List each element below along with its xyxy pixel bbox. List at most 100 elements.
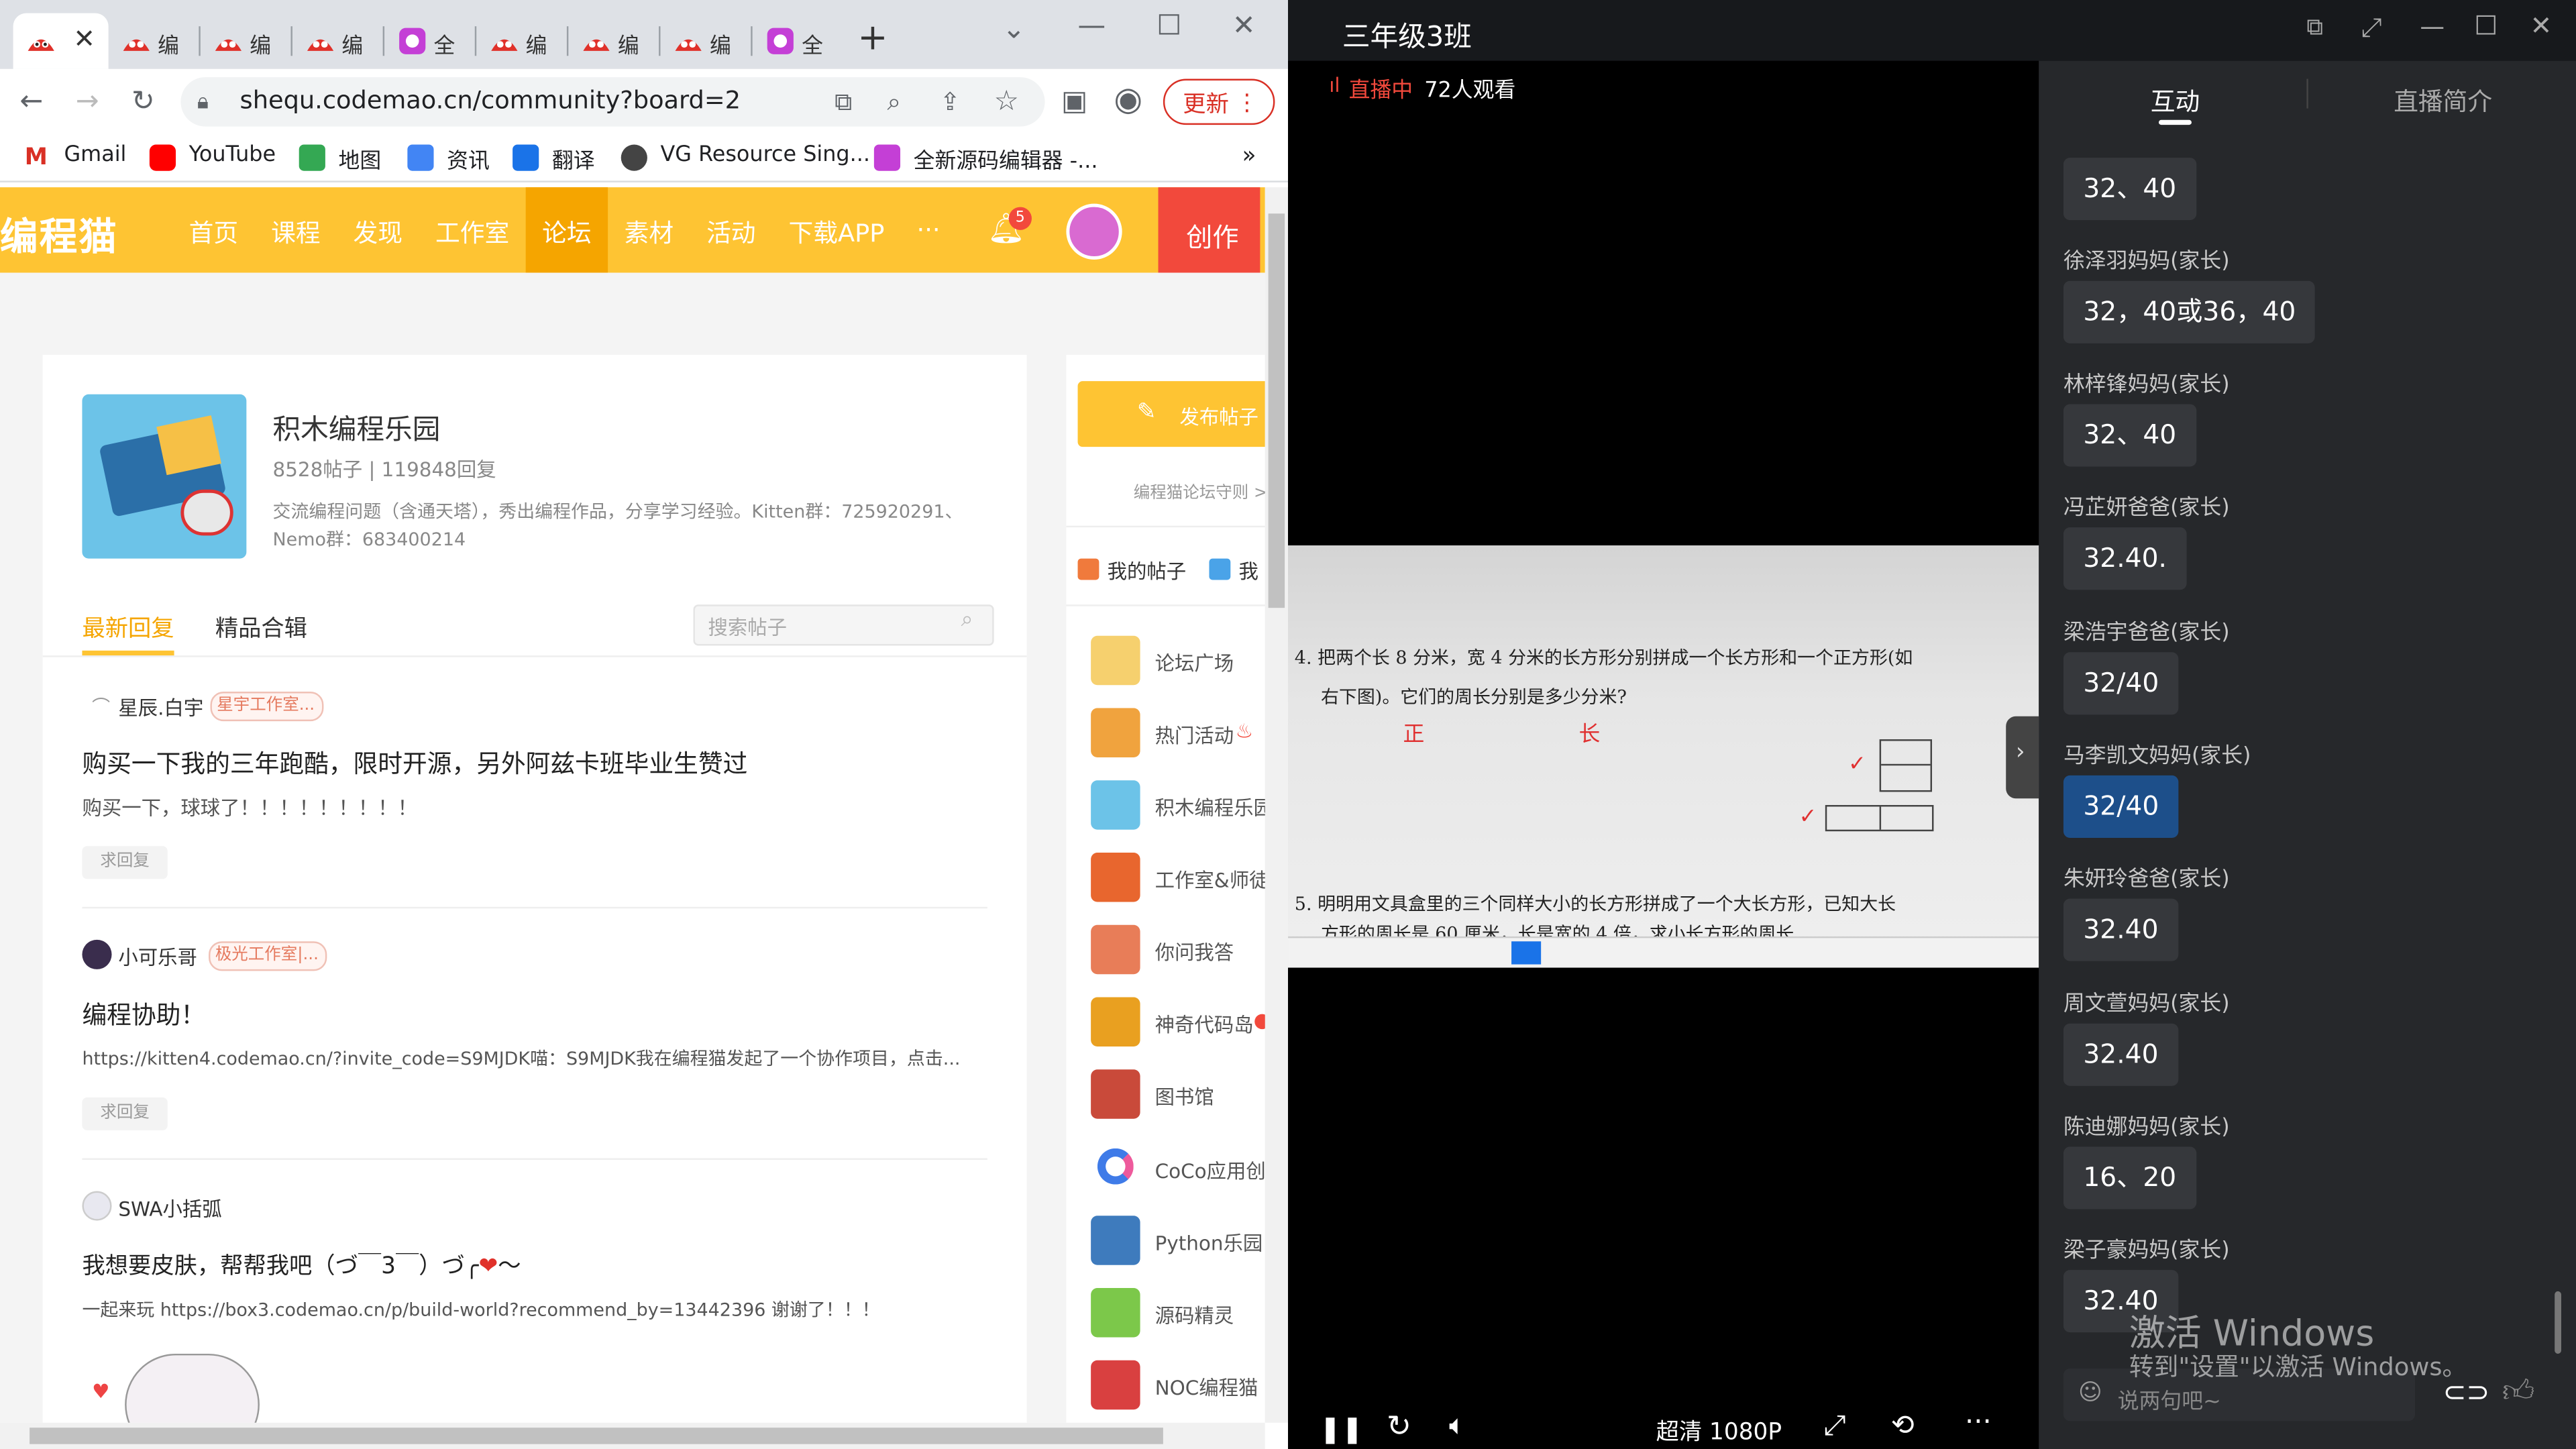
post-author[interactable]: SWA小括弧 [118, 1194, 221, 1222]
post-title[interactable]: 编程协助！ [82, 998, 205, 1032]
fullscreen-icon[interactable]: ⤢ [2361, 11, 2381, 44]
post-title[interactable]: 我想要皮肤，帮帮我吧（づ￣3￣）づ╭❤～ [82, 1248, 521, 1281]
rotate-icon[interactable]: ⟲ [1891, 1409, 1915, 1442]
avatar[interactable] [82, 939, 112, 969]
nav-events[interactable]: 活动 [706, 215, 756, 250]
post-author[interactable]: 小可乐哥 [118, 943, 197, 971]
open-in-app-icon[interactable]: ⧉ [835, 85, 852, 118]
user-avatar[interactable] [1066, 203, 1122, 260]
bookmark-youtube[interactable]: YouTube [189, 143, 276, 168]
vertical-scrollbar-thumb[interactable] [1268, 213, 1285, 608]
minimize-icon[interactable]: — [1078, 10, 1106, 43]
browser-tab[interactable]: 全 [753, 13, 845, 69]
search-icon[interactable]: ⌕ [961, 608, 973, 633]
bookmark-translate[interactable]: 翻译 [552, 143, 595, 174]
volume-icon[interactable]: 🔈︎ [1449, 1409, 1466, 1442]
emoji-icon[interactable]: ☺ [2078, 1380, 2102, 1406]
whiteboard-toolbar[interactable] [1288, 936, 2039, 968]
post-title[interactable]: 购买一下我的三年跑酷，限时开源，另外阿兹卡班毕业生赞过 [82, 746, 747, 780]
quality-selector[interactable]: 超清 1080P [1656, 1415, 1782, 1448]
pause-icon[interactable]: ❚❚ [1320, 1413, 1364, 1444]
pen-tool-icon[interactable] [1511, 941, 1542, 965]
refresh-icon[interactable]: ↻ [1387, 1409, 1411, 1444]
maximize-icon[interactable]: ☐ [2474, 10, 2498, 42]
post-author[interactable]: 星辰.白宇 [118, 693, 203, 721]
sidebar-board-coco[interactable]: CoCo应用创 [1155, 1157, 1266, 1185]
tab-search-chevron-icon[interactable]: ⌄ [1002, 13, 1026, 46]
new-tab-icon[interactable]: + [857, 21, 888, 57]
nav-forum[interactable]: 论坛 [542, 215, 592, 250]
more-bookmarks-icon[interactable]: » [1242, 143, 1256, 169]
bookmark-maps[interactable]: 地图 [338, 143, 381, 174]
close-window-icon[interactable]: ✕ [1232, 10, 1256, 43]
studio-badge[interactable]: 极光工作室|... [209, 941, 327, 971]
menu-dots-icon[interactable]: ⋮ [1236, 87, 1258, 120]
bookmark-star-icon[interactable]: ☆ [994, 85, 1019, 118]
expand-icon[interactable]: ⤢ [1823, 1409, 1845, 1442]
sidebar-board-events[interactable]: 热门活动 [1155, 721, 1234, 749]
browser-tab[interactable]: 编 [201, 13, 292, 69]
browser-tab[interactable]: 全 [384, 13, 477, 69]
more-options-icon[interactable]: ··· [1965, 1406, 1992, 1439]
nav-courses[interactable]: 课程 [271, 215, 321, 250]
my-posts-link[interactable]: 我的帖子 [1108, 557, 1187, 585]
browser-tab[interactable]: ✕ [13, 13, 109, 69]
browser-tab[interactable]: 编 [292, 13, 385, 69]
tab-featured[interactable]: 精品合辑 [215, 611, 307, 644]
video-frame[interactable]: 4. 把两个长 8 分米，宽 4 分米的长方形分别拼成一个长方形和一个正方形(如… [1288, 545, 2039, 968]
sidebar-board-noc[interactable]: NOC编程猫 [1155, 1373, 1258, 1401]
browser-tab[interactable]: 编 [109, 13, 201, 69]
nav-download-app[interactable]: 下载APP [789, 215, 885, 250]
share-icon[interactable]: ⇪ [940, 85, 961, 118]
studio-badge[interactable]: 星宇工作室... [210, 692, 323, 722]
site-logo[interactable]: 编程猫 [0, 205, 118, 261]
horizontal-scrollbar-thumb[interactable] [30, 1428, 1163, 1444]
my-other-link[interactable]: 我 [1239, 557, 1258, 585]
sidebar-board-studio[interactable]: 工作室&师徒 [1155, 866, 1269, 894]
like-icon[interactable]: 👍︎ [2502, 1373, 2535, 1411]
bookmark-editor[interactable]: 全新源码编辑器 -... [914, 143, 1098, 174]
tab-interaction[interactable]: 互动 [2151, 84, 2200, 118]
bookmark-vg-resource[interactable]: VG Resource Sing... [660, 143, 870, 168]
post-tag[interactable]: 求回复 [82, 1097, 168, 1130]
chat-scrollbar-thumb[interactable] [2555, 1291, 2561, 1354]
maximize-icon[interactable]: ☐ [1157, 10, 1181, 43]
close-window-icon[interactable]: ✕ [2530, 10, 2552, 42]
nav-more[interactable]: ··· [917, 215, 941, 245]
sidebar-board-source-sprite[interactable]: 源码精灵 [1155, 1301, 1234, 1330]
post-tag[interactable]: 求回复 [82, 846, 168, 879]
sidebar-board-plaza[interactable]: 论坛广场 [1155, 649, 1234, 677]
avatar[interactable] [82, 1191, 112, 1221]
reload-icon[interactable]: ↻ [131, 85, 155, 118]
close-tab-icon[interactable]: ✕ [73, 23, 95, 54]
sidebar-board-code-island[interactable]: 神奇代码岛 [1155, 1010, 1254, 1038]
sidebar-board-library[interactable]: 图书馆 [1155, 1083, 1214, 1111]
browser-tab[interactable]: 编 [476, 13, 569, 69]
nav-materials[interactable]: 素材 [625, 215, 674, 250]
tab-live-intro[interactable]: 直播简介 [2394, 84, 2492, 118]
sidebar-board-python[interactable]: Python乐园 [1155, 1229, 1263, 1257]
sidebar-board-qa[interactable]: 你问我答 [1155, 938, 1234, 966]
zoom-icon[interactable]: ⌕ [887, 85, 901, 118]
forward-icon[interactable]: → [76, 85, 99, 118]
browser-tab[interactable]: 编 [568, 13, 661, 69]
forum-rules-link[interactable]: 编程猫论坛守则 > [1134, 478, 1268, 502]
back-icon[interactable]: ← [19, 85, 43, 118]
sidebar-board-blocks[interactable]: 积木编程乐园 [1155, 794, 1273, 822]
post-thumbnail[interactable]: ♥ [85, 1347, 289, 1423]
tab-latest-replies[interactable]: 最新回复 [82, 611, 174, 644]
nav-discover[interactable]: 发现 [354, 215, 403, 250]
minimize-icon[interactable]: — [2420, 11, 2445, 41]
search-placeholder: 搜索帖子 [708, 616, 788, 639]
bookmark-news[interactable]: 资讯 [447, 143, 490, 174]
python-icon [1091, 1216, 1140, 1265]
url-text[interactable]: shequ.codemao.cn/community?board=2 [240, 85, 741, 115]
browser-tab[interactable]: 编 [660, 13, 753, 69]
lock-icon[interactable]: 🔒︎ [197, 87, 209, 120]
pip-icon[interactable]: ⧉ [2306, 15, 2322, 41]
profile-avatar-icon[interactable]: ◉ [1114, 82, 1142, 115]
bookmark-gmail[interactable]: Gmail [64, 143, 127, 168]
nav-home[interactable]: 首页 [189, 215, 239, 250]
nav-studio[interactable]: 工作室 [435, 215, 509, 250]
side-panel-icon[interactable]: ▣ [1061, 85, 1087, 118]
